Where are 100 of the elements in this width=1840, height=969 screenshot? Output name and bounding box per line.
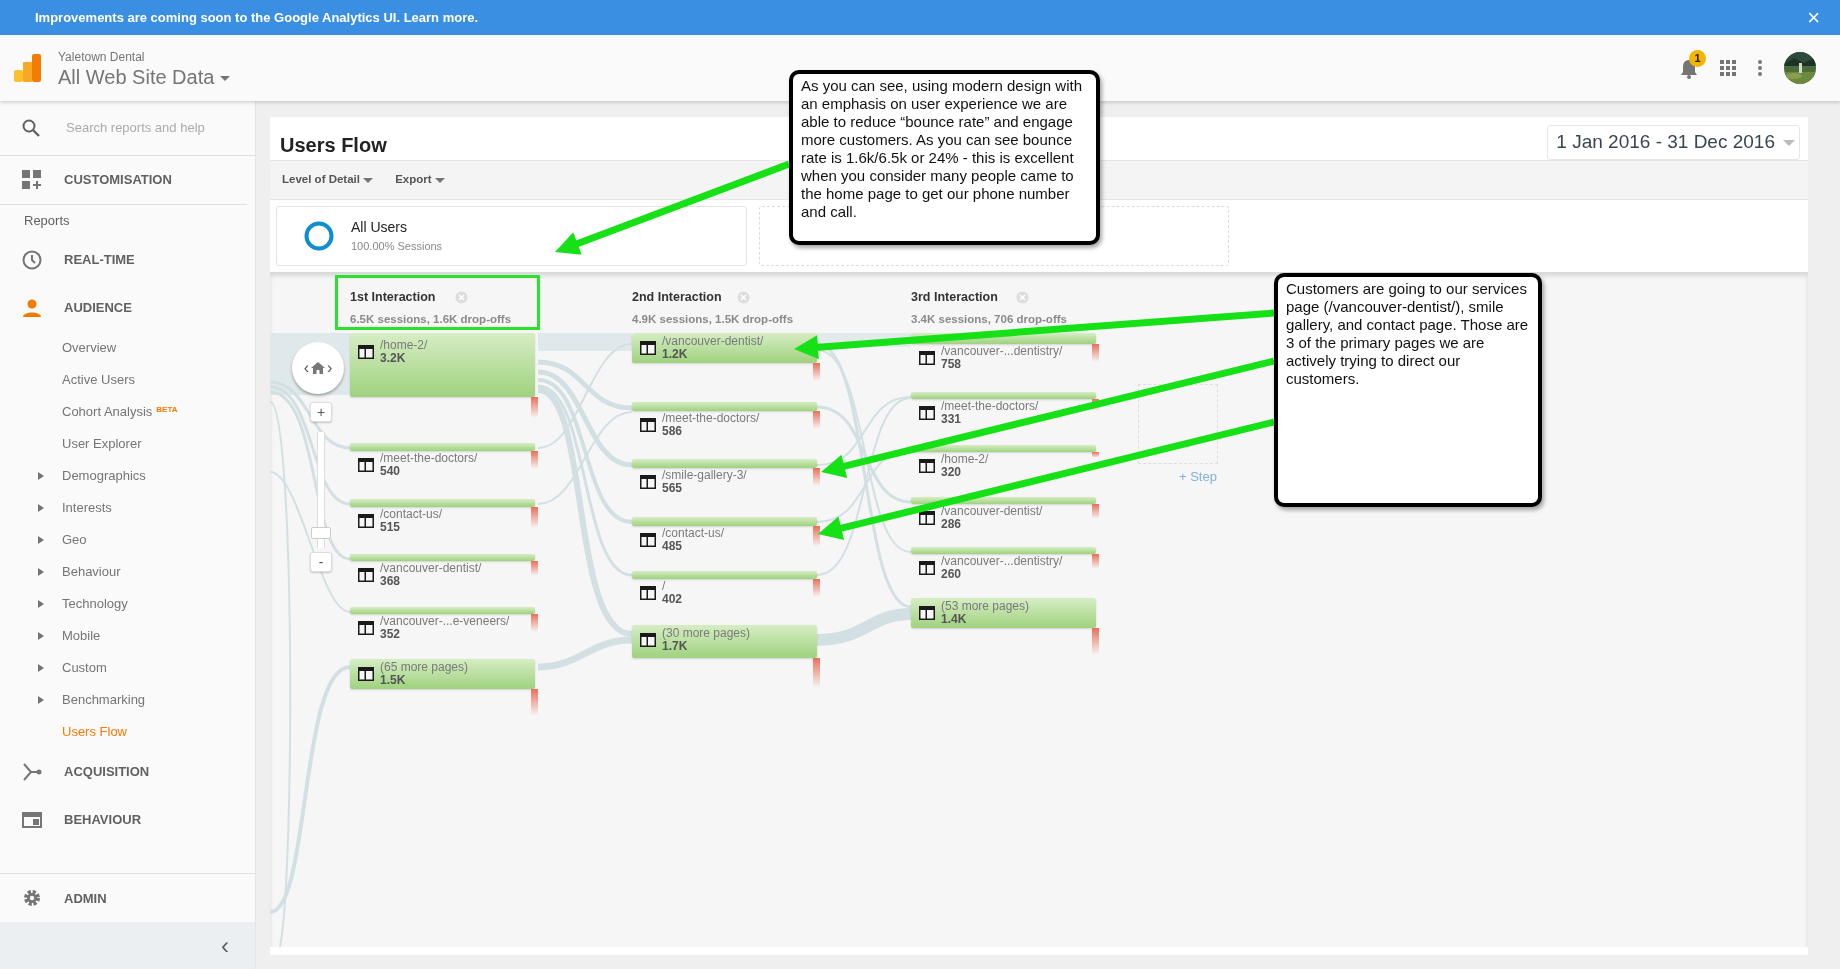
date-range-picker[interactable]: 1 Jan 2016 - 31 Dec 2016 (1547, 125, 1800, 160)
sidebar-item[interactable]: BEHAVIOUR (0, 796, 255, 845)
session-count: 565 (662, 482, 683, 495)
page-path: /vancouver-...e-veneers/ (380, 615, 510, 628)
page-path: /meet-the-doctors/ (380, 452, 478, 465)
segment-card[interactable]: All Users 100.00% Sessions (276, 206, 747, 266)
page-icon (919, 511, 935, 525)
toolbar-dropdown[interactable]: Level of Detail (282, 171, 374, 189)
sidebar-subitem[interactable]: Mobile (0, 620, 255, 653)
sidebar-item[interactable]: ACQUISITION (0, 748, 255, 797)
page-path: (65 more pages) (380, 661, 469, 674)
drop-off-bar[interactable] (1092, 504, 1099, 519)
page-icon (919, 606, 935, 620)
session-count: 1.4K (941, 613, 968, 626)
page-icon (640, 475, 656, 489)
notification-badge: 1 (1689, 50, 1706, 67)
volume-bar[interactable] (911, 598, 1096, 628)
annotation-tooltip: Customers are going to our services page (/vancouver-dentist/), smile gallery, and contact page. Those are 3 of the primary pages we are actively trying to direct our customers. (1274, 273, 1542, 507)
page-icon (919, 351, 935, 365)
drop-off-bar[interactable] (813, 363, 820, 381)
page-path: /home-2/ (941, 453, 989, 466)
page-icon (358, 345, 374, 359)
drop-off-bar[interactable] (813, 411, 820, 429)
search-field[interactable]: Search reports and help (64, 117, 244, 139)
page-title: Users Flow (280, 133, 387, 157)
page-icon (640, 586, 656, 600)
close-button[interactable]: × (1807, 6, 1820, 29)
session-count: 1.5K (380, 674, 407, 687)
session-count: 1.2K (662, 348, 689, 361)
drop-off-bar[interactable] (1092, 344, 1099, 362)
expand-caret-icon[interactable] (38, 536, 44, 545)
session-count: 515 (380, 521, 402, 534)
sidebar-subitem[interactable]: Interests (0, 492, 255, 525)
property-selector[interactable]: All Web Site Data (58, 66, 230, 88)
session-count: 1.7K (662, 640, 689, 653)
page-path: (30 more pages) (662, 627, 751, 640)
sidebar-subitem[interactable]: Technology (0, 588, 255, 621)
sidebar-item[interactable]: ADMIN (0, 874, 255, 923)
drop-off-bar[interactable] (1092, 399, 1099, 411)
drop-off-bar[interactable] (531, 614, 538, 632)
page-icon (358, 667, 374, 681)
sidebar-subitem[interactable]: Cohort Analysis $^{BETA}$ (0, 396, 255, 429)
drop-off-bar[interactable] (531, 689, 538, 716)
drop-off-bar[interactable] (813, 468, 820, 486)
sidebar-subitem[interactable]: Overview (0, 332, 255, 365)
drop-off-bar[interactable] (813, 579, 820, 597)
collapse-button[interactable]: ‹ (215, 932, 235, 959)
expand-caret-icon[interactable] (38, 472, 44, 481)
page-icon (358, 568, 374, 582)
drop-off-bar[interactable] (531, 561, 538, 576)
drop-off-bar[interactable] (813, 658, 820, 688)
expand-caret-icon[interactable] (38, 664, 44, 673)
sidebar-subitem[interactable]: User Explorer (0, 428, 255, 461)
drop-off-bar[interactable] (531, 507, 538, 528)
slider-thumb[interactable] (311, 526, 331, 539)
sidebar-subitem[interactable]: Demographics (0, 460, 255, 493)
drop-off-bar[interactable] (1092, 452, 1099, 458)
drop-off-bar[interactable] (1092, 554, 1099, 569)
volume-bar[interactable] (350, 333, 535, 397)
interaction-summary: 4.9K sessions, 1.5K drop-offs (632, 312, 795, 327)
sidebar-subitem[interactable]: Behaviour (0, 556, 255, 589)
sidebar-subitem[interactable]: Users Flow (0, 716, 255, 749)
sidebar-subitem[interactable]: Benchmarking (0, 684, 255, 717)
volume-bar[interactable] (632, 625, 817, 658)
next-button[interactable]: › (327, 360, 333, 376)
sidebar-item[interactable]: AUDIENCE (0, 284, 255, 333)
expand-caret-icon[interactable] (38, 696, 44, 705)
session-count: 260 (941, 568, 962, 581)
page-path: /vancouver-...dentistry/ (941, 555, 1063, 568)
sidebar-subitem[interactable]: Active Users (0, 364, 255, 397)
session-count: 320 (941, 466, 963, 479)
page-icon (358, 621, 374, 635)
volume-bar[interactable] (350, 659, 535, 689)
expand-caret-icon[interactable] (38, 568, 44, 577)
segment-name: All Users (351, 218, 408, 238)
expand-caret-icon[interactable] (38, 632, 44, 641)
learn-more-link[interactable]: Learn more (403, 9, 475, 25)
apps-grid-icon[interactable] (1720, 60, 1736, 76)
drop-off-bar[interactable] (531, 397, 538, 418)
page-path: / (662, 580, 667, 593)
session-count: 286 (941, 518, 963, 531)
page-path: (53 more pages) (941, 600, 1030, 613)
zoom-out-button[interactable]: - (310, 552, 332, 572)
home-icon[interactable] (311, 362, 325, 374)
zoom-in-button[interactable]: + (310, 402, 332, 422)
drop-off-bar[interactable] (531, 451, 538, 469)
expand-caret-icon[interactable] (38, 600, 44, 609)
more-menu-icon[interactable] (1758, 60, 1762, 76)
sidebar-subitem[interactable]: Geo (0, 524, 255, 557)
drop-off-bar[interactable] (1092, 628, 1099, 655)
sidebar-item[interactable]: CUSTOMISATION (0, 156, 255, 205)
zoom-slider[interactable] (311, 432, 331, 548)
toolbar-dropdown[interactable]: Export (395, 171, 445, 189)
sidebar-item[interactable]: REAL-TIME (0, 236, 255, 285)
drop-off-bar[interactable] (813, 526, 820, 547)
sidebar-subitem[interactable]: Custom (0, 652, 255, 685)
previous-button[interactable]: ‹ (303, 360, 309, 376)
page-path: /vancouver-dentist/ (941, 505, 1043, 518)
expand-caret-icon[interactable] (38, 504, 44, 513)
page-icon (640, 418, 656, 432)
